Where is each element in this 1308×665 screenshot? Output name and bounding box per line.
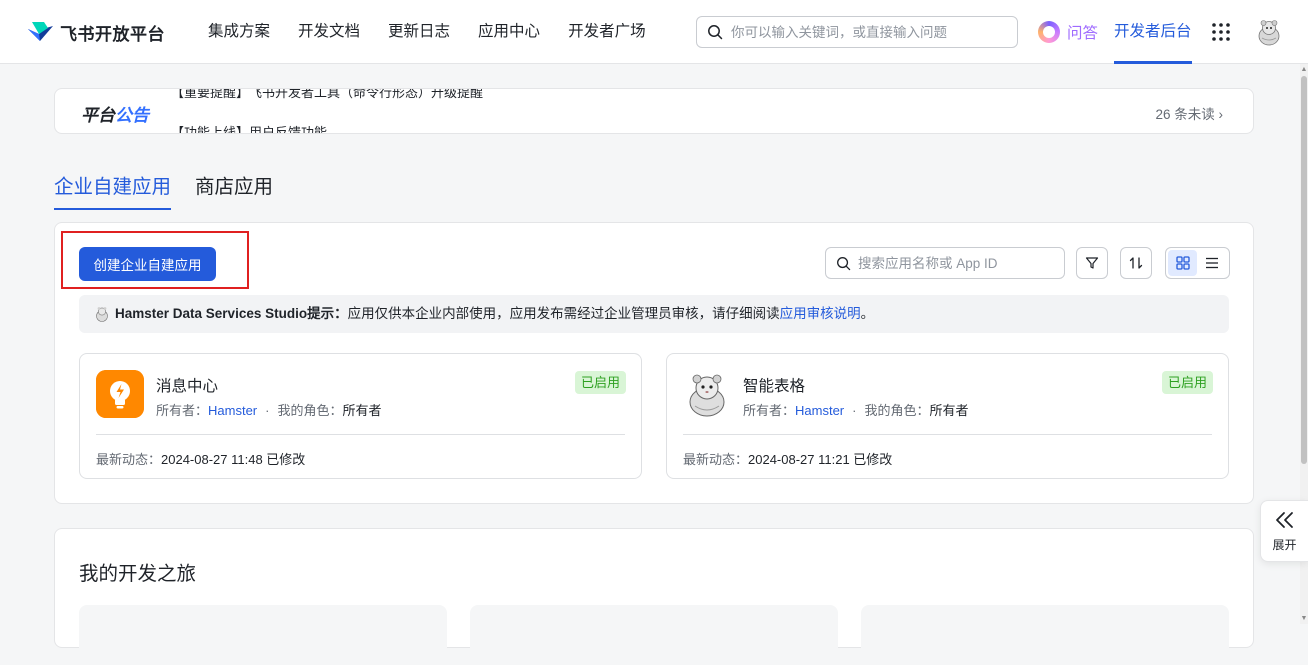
updated-label: 最新动态：: [96, 452, 162, 467]
status-badge: 已启用: [574, 371, 626, 394]
app-name[interactable]: 消息中心: [156, 374, 218, 396]
app-icon: [96, 370, 144, 418]
hamster-icon: [96, 307, 108, 322]
updated-value: 2024-08-27 11:21 已修改: [748, 452, 893, 467]
announcement-item[interactable]: 【重要提醒】飞书开发者工具（命令行形态）升级提醒: [171, 89, 483, 103]
nav-item-dev-square[interactable]: 开发者广场: [556, 0, 658, 64]
review-guide-link[interactable]: 应用审核说明: [780, 295, 861, 333]
app-grid-icon[interactable]: [1212, 23, 1230, 41]
nav-item-docs[interactable]: 开发文档: [286, 0, 372, 64]
separator-dot: ·: [852, 403, 857, 418]
sort-button[interactable]: [1120, 247, 1152, 279]
app-type-tabs: 企业自建应用 商店应用: [54, 170, 297, 210]
ask-button[interactable]: 问答: [1038, 20, 1098, 44]
filter-button[interactable]: [1076, 247, 1108, 279]
app-card[interactable]: 智能表格 所有者：Hamster · 我的角色：所有者 已启用 最新动态：2024-…: [666, 353, 1229, 479]
app-search[interactable]: [825, 247, 1065, 279]
sort-icon: [1129, 257, 1143, 269]
announcement-title: 平台公告: [81, 101, 149, 126]
role-value: 所有者: [342, 403, 382, 418]
journey-card[interactable]: [79, 605, 447, 665]
app-updated: 最新动态：2024-08-27 11:21 已修改: [683, 449, 892, 468]
app-card[interactable]: 消息中心 所有者：Hamster · 我的角色：所有者 已启用 最新动态：2024-…: [79, 353, 642, 479]
scrollbar-thumb[interactable]: [1301, 76, 1307, 464]
owner-label: 所有者：: [156, 403, 209, 418]
platform-announcement: 平台公告 【重要提醒】飞书开发者工具（命令行形态）升级提醒 【功能上线】用户反馈…: [54, 88, 1254, 134]
tip-text: 应用仅供本企业内部使用，应用发布需经过企业管理员审核，请仔细阅读: [347, 306, 780, 321]
announcement-ticker[interactable]: 【重要提醒】飞书开发者工具（命令行形态）升级提醒 【功能上线】用户反馈功能: [171, 89, 483, 133]
list-view-button[interactable]: [1197, 250, 1226, 276]
double-chevron-left-icon: [1275, 512, 1293, 528]
view-toggle: [1165, 247, 1230, 279]
dev-console-tab[interactable]: 开发者后台: [1114, 0, 1192, 64]
ai-ring-icon: [1038, 21, 1060, 43]
role-label: 我的角色：: [864, 403, 930, 418]
scroll-up-arrow-icon[interactable]: ▲: [1300, 66, 1308, 73]
list-view-icon: [1205, 257, 1218, 269]
app-icon: [683, 370, 731, 418]
expand-panel-button[interactable]: 展开: [1260, 500, 1308, 562]
app-list-panel: 创建企业自建应用 搜索应用名称或 App ID Hamster Data Ser…: [54, 222, 1254, 504]
dev-journey-title: 我的开发之旅: [79, 563, 197, 585]
ask-label: 问答: [1067, 25, 1099, 42]
grid-view-button[interactable]: [1168, 250, 1197, 276]
owner-label: 所有者：: [743, 403, 796, 418]
role-value: 所有者: [929, 403, 969, 418]
separator-dot: ·: [265, 403, 270, 418]
announcement-title-accent: 公告: [115, 106, 149, 125]
app-name[interactable]: 智能表格: [743, 374, 805, 396]
user-avatar[interactable]: [1256, 18, 1282, 46]
role-label: 我的角色：: [277, 403, 343, 418]
owner-link[interactable]: Hamster: [795, 403, 844, 418]
journey-card[interactable]: [861, 605, 1229, 665]
announcement-title-main: 平台: [81, 106, 115, 125]
unread-count-link[interactable]: 26 条未读 ›: [1155, 103, 1223, 123]
card-divider: [96, 434, 625, 435]
create-custom-app-button[interactable]: 创建企业自建应用: [79, 247, 216, 281]
expand-label: 展开: [1272, 538, 1297, 552]
brand-name: 飞书开放平台: [60, 24, 165, 44]
app-meta: 所有者：Hamster · 我的角色：所有者: [156, 400, 382, 419]
card-divider: [683, 434, 1212, 435]
updated-label: 最新动态：: [683, 452, 749, 467]
nav-item-changelog[interactable]: 更新日志: [376, 0, 462, 64]
nav-item-app-center[interactable]: 应用中心: [466, 0, 552, 64]
journey-card[interactable]: [470, 605, 838, 665]
tip-org-name: Hamster Data Services Studio提示：: [115, 306, 348, 321]
announcement-item[interactable]: 【功能上线】用户反馈功能: [171, 123, 483, 133]
global-search-input[interactable]: [731, 24, 1001, 40]
app-search-input[interactable]: [858, 255, 1058, 271]
updated-value: 2024-08-27 11:48 已修改: [161, 452, 306, 467]
app-updated: 最新动态：2024-08-27 11:48 已修改: [96, 449, 305, 468]
filter-icon: [1085, 257, 1099, 269]
chevron-right-icon: ›: [1218, 107, 1224, 122]
global-search[interactable]: [696, 16, 1018, 48]
tip-end: 。: [860, 306, 875, 321]
status-badge: 已启用: [1161, 371, 1213, 394]
review-tip-banner: Hamster Data Services Studio提示： 应用仅供本企业内…: [79, 295, 1229, 333]
unread-count: 26 条未读: [1155, 107, 1215, 122]
search-icon: [837, 256, 851, 270]
owner-link[interactable]: Hamster: [208, 403, 257, 418]
tab-custom-apps[interactable]: 企业自建应用: [54, 170, 172, 210]
grid-view-icon: [1175, 256, 1190, 270]
main-nav: 集成方案 开发文档 更新日志 应用中心 开发者广场: [196, 0, 662, 64]
hamster-icon: [683, 370, 731, 418]
brand-logo[interactable]: 飞书开放平台: [26, 18, 165, 46]
feishu-logo-icon: [28, 22, 53, 41]
scroll-down-arrow-icon[interactable]: ▼: [1300, 615, 1308, 622]
nav-item-solutions[interactable]: 集成方案: [196, 0, 282, 64]
tab-store-apps[interactable]: 商店应用: [195, 170, 273, 210]
app-meta: 所有者：Hamster · 我的角色：所有者: [743, 400, 969, 419]
top-nav-bar: 飞书开放平台 集成方案 开发文档 更新日志 应用中心 开发者广场 问答 开发者后…: [0, 0, 1308, 64]
search-icon: [708, 25, 723, 40]
lightbulb-icon: [96, 370, 144, 418]
dev-journey-section: 我的开发之旅: [54, 528, 1254, 665]
